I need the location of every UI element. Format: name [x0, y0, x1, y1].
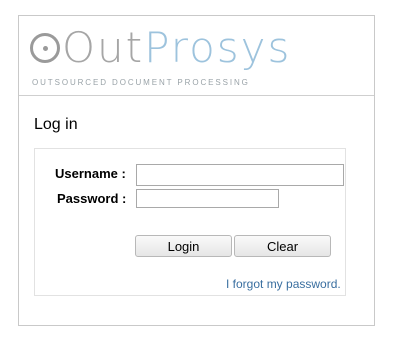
login-form: Username : Password : Login Clear I forg…: [34, 148, 346, 296]
password-input[interactable]: [136, 189, 279, 208]
login-panel: Out Prosys OUTSOURCED DOCUMENT PROCESSING…: [18, 15, 375, 326]
page-title: Log in: [34, 116, 78, 133]
username-input[interactable]: [136, 164, 344, 186]
logo-tagline: OUTSOURCED DOCUMENT PROCESSING: [32, 78, 250, 87]
password-label: Password :: [57, 191, 127, 206]
logo-text-out: Out: [62, 23, 145, 72]
login-button[interactable]: Login: [135, 235, 232, 257]
outprosys-logo: Out Prosys: [30, 26, 291, 70]
header-logo-area: Out Prosys OUTSOURCED DOCUMENT PROCESSING: [19, 16, 374, 96]
logo-text-prosys: Prosys: [144, 23, 292, 72]
forgot-password-link[interactable]: I forgot my password.: [226, 277, 341, 291]
logo-ring-icon: [30, 33, 60, 63]
clear-button[interactable]: Clear: [234, 235, 331, 257]
username-label: Username :: [55, 166, 126, 181]
